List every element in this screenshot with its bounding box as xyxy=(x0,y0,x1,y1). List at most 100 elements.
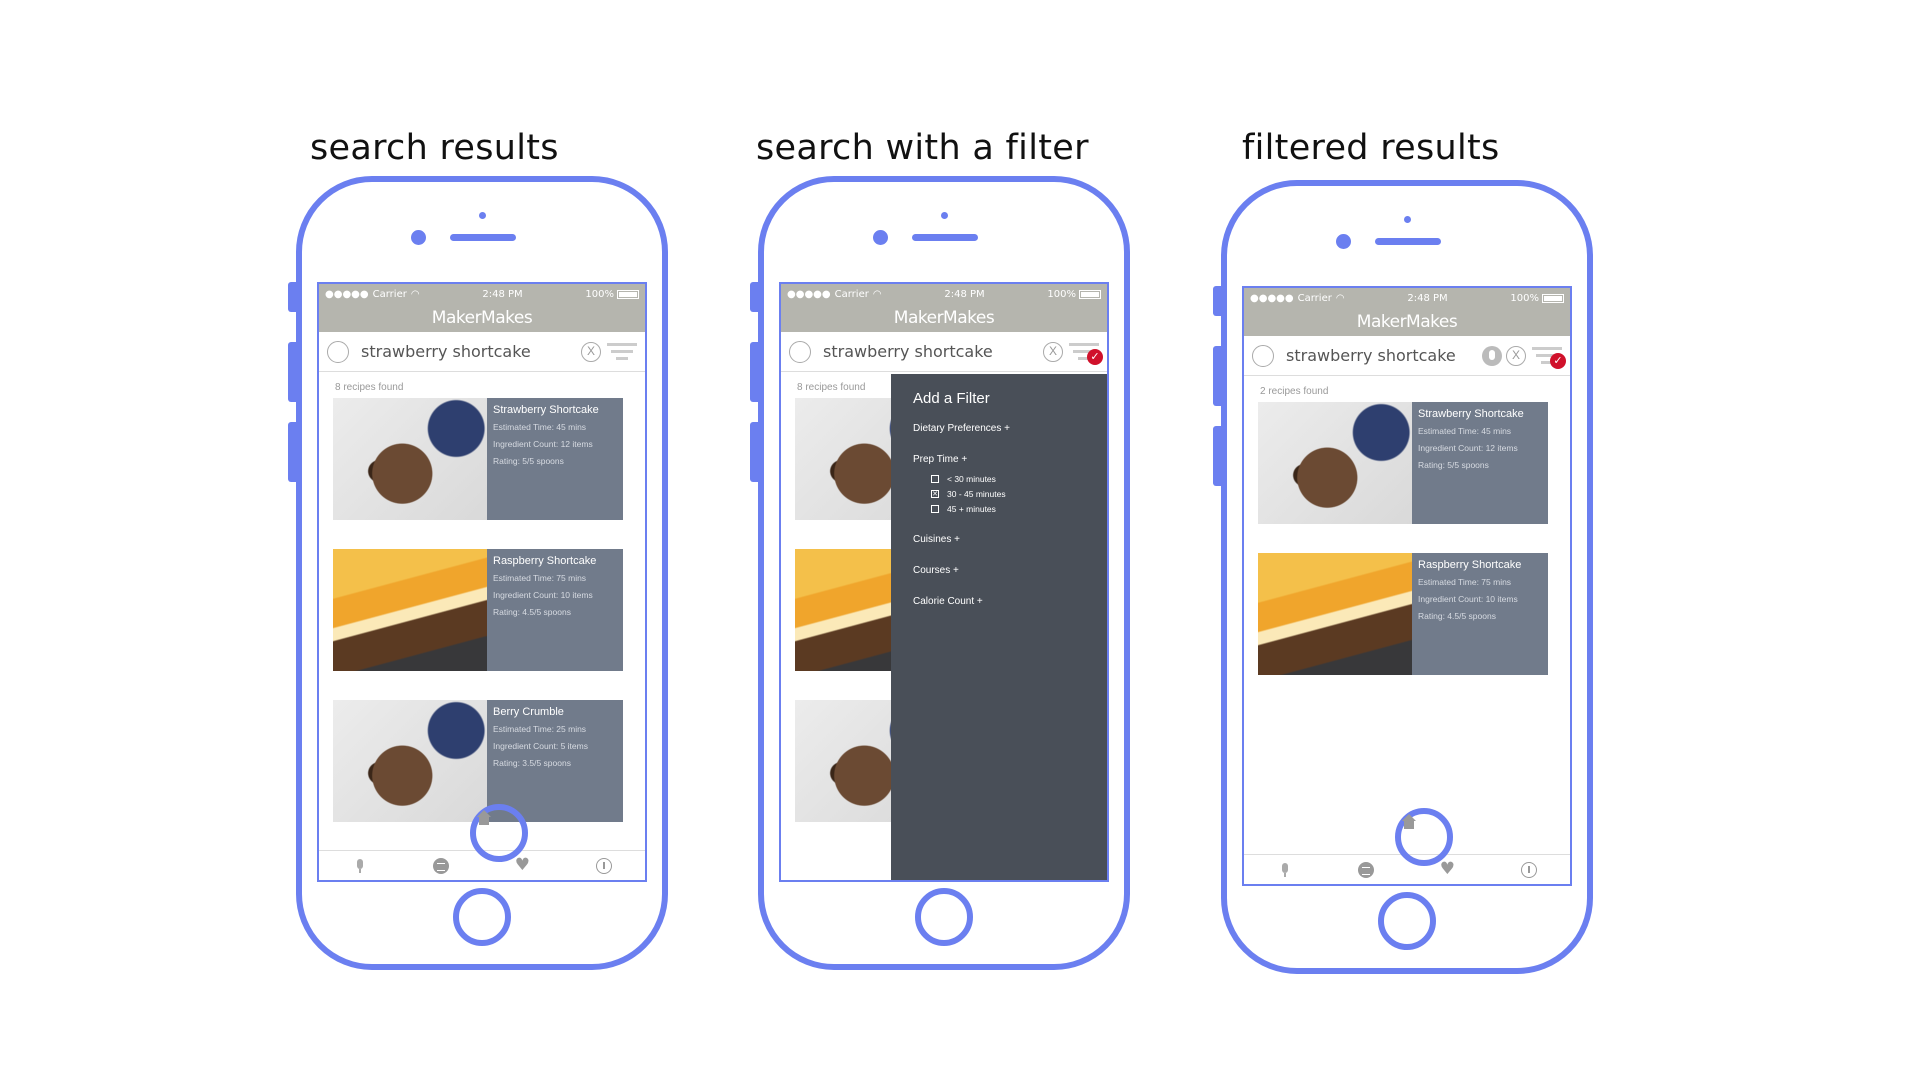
volume-button xyxy=(288,282,298,312)
recipe-name: Strawberry Shortcake xyxy=(1418,408,1524,420)
info-icon[interactable] xyxy=(1521,861,1538,878)
recipe-time: Estimated Time: 25 mins xyxy=(493,724,587,734)
recipe-name: Raspberry Shortcake xyxy=(1418,559,1522,571)
volume-up-button xyxy=(750,342,760,402)
prep-option[interactable]: ✕ 30 - 45 minutes xyxy=(931,486,1107,501)
mic-icon[interactable] xyxy=(1482,345,1502,366)
battery-icon xyxy=(1542,293,1564,303)
filter-calorie-count[interactable]: Calorie Count + xyxy=(913,596,1107,607)
status-bar: ●●●●● Carrier ◠ 2:48 PM 100% xyxy=(781,284,1107,304)
heart-icon[interactable] xyxy=(1440,859,1456,879)
status-time: 2:48 PM xyxy=(482,288,523,300)
panel-title-search-results: search results xyxy=(310,128,559,168)
volume-up-button xyxy=(288,342,298,402)
results-count: 2 recipes found xyxy=(1260,386,1329,397)
recipe-card[interactable]: Strawberry Shortcake Estimated Time: 45 … xyxy=(333,398,623,520)
search-icon[interactable] xyxy=(327,340,349,363)
wifi-icon: ◠ xyxy=(872,288,882,300)
volume-up-button xyxy=(1213,346,1223,406)
recipe-card[interactable]: Raspberry Shortcake Estimated Time: 75 m… xyxy=(333,549,623,671)
recipe-name: Berry Crumble xyxy=(493,706,564,718)
sensor-dot xyxy=(479,212,486,219)
volume-button xyxy=(750,282,760,312)
screen: ●●●●● Carrier ◠ 2:48 PM 100% MakerMakes st… xyxy=(317,282,647,882)
filter-icon[interactable] xyxy=(607,341,637,363)
home-button[interactable] xyxy=(453,888,511,946)
home-icon[interactable] xyxy=(1395,808,1453,866)
volume-down-button xyxy=(1213,426,1223,486)
recipe-ingredients: Ingredient Count: 12 items xyxy=(493,439,593,449)
prep-option-label: < 30 minutes xyxy=(947,473,996,484)
status-bar: ●●●●● Carrier ◠ 2:48 PM 100% xyxy=(1244,288,1570,308)
filter-dietary[interactable]: Dietary Preferences + xyxy=(913,423,1107,434)
signal-dots: ●●●●● xyxy=(325,288,369,300)
recipe-time: Estimated Time: 45 mins xyxy=(1418,426,1512,436)
recipe-photo xyxy=(1258,553,1412,675)
app-title: MakerMakes xyxy=(781,304,1107,332)
recipe-name: Raspberry Shortcake xyxy=(493,555,597,567)
search-input[interactable]: strawberry shortcake xyxy=(823,342,1039,361)
home-button[interactable] xyxy=(1378,892,1436,950)
prep-option[interactable]: < 30 minutes xyxy=(931,471,1107,486)
phone-frame-search-with-filter: ●●●●● Carrier ◠ 2:48 PM 100% MakerMakes st… xyxy=(750,176,1130,970)
filter-icon[interactable]: ✓ xyxy=(1069,341,1103,365)
list-icon[interactable] xyxy=(1358,861,1375,878)
front-camera xyxy=(411,230,426,245)
clear-icon[interactable]: X xyxy=(581,341,601,362)
recipe-time: Estimated Time: 45 mins xyxy=(493,422,587,432)
panel-title-search-with-filter: search with a filter xyxy=(756,128,1089,168)
recipe-card[interactable]: Raspberry Shortcake Estimated Time: 75 m… xyxy=(1258,553,1548,675)
search-bar: strawberry shortcake X ✓ xyxy=(1244,336,1570,376)
checkbox[interactable] xyxy=(931,474,939,483)
list-icon[interactable] xyxy=(433,857,450,874)
recipe-time: Estimated Time: 75 mins xyxy=(1418,577,1512,587)
home-icon[interactable] xyxy=(470,804,528,862)
app-title: MakerMakes xyxy=(319,304,645,332)
recipe-rating: Rating: 5/5 spoons xyxy=(493,456,564,466)
status-time: 2:48 PM xyxy=(1407,292,1448,304)
recipe-ingredients: Ingredient Count: 10 items xyxy=(493,590,593,600)
battery-percent: 100% xyxy=(1047,288,1076,300)
earpiece-speaker xyxy=(1375,238,1441,245)
filter-icon[interactable]: ✓ xyxy=(1532,345,1566,369)
search-input[interactable]: strawberry shortcake xyxy=(1286,346,1478,365)
recipe-photo xyxy=(333,549,487,671)
search-icon[interactable] xyxy=(1252,344,1274,367)
status-time: 2:48 PM xyxy=(944,288,985,300)
phone-frame-search-results: ●●●●● Carrier ◠ 2:48 PM 100% MakerMakes st… xyxy=(288,176,668,970)
screen: ●●●●● Carrier ◠ 2:48 PM 100% MakerMakes st… xyxy=(779,282,1109,882)
battery-percent: 100% xyxy=(585,288,614,300)
filter-cuisines[interactable]: Cuisines + xyxy=(913,534,1107,545)
carrier-label: Carrier xyxy=(834,288,869,300)
filter-panel: Add a Filter Dietary Preferences + Prep … xyxy=(891,374,1107,880)
home-button[interactable] xyxy=(915,888,973,946)
recipe-rating: Rating: 3.5/5 spoons xyxy=(493,758,571,768)
recipe-card[interactable]: Strawberry Shortcake Estimated Time: 45 … xyxy=(1258,402,1548,524)
volume-down-button xyxy=(288,422,298,482)
search-input[interactable]: strawberry shortcake xyxy=(361,342,577,361)
recipe-rating: Rating: 4.5/5 spoons xyxy=(1418,611,1496,621)
recipe-time: Estimated Time: 75 mins xyxy=(493,573,587,583)
checkmark-icon: ✓ xyxy=(1087,348,1103,365)
checkbox[interactable] xyxy=(931,504,939,513)
tab-bar xyxy=(1244,808,1570,884)
status-bar: ●●●●● Carrier ◠ 2:48 PM 100% xyxy=(319,284,645,304)
filter-prep-time[interactable]: Prep Time + xyxy=(913,454,1107,465)
prep-option[interactable]: 45 + minutes xyxy=(931,501,1107,516)
search-icon[interactable] xyxy=(789,340,811,363)
filter-courses[interactable]: Courses + xyxy=(913,565,1107,576)
carrier-label: Carrier xyxy=(372,288,407,300)
recipe-card[interactable]: Berry Crumble Estimated Time: 25 mins In… xyxy=(333,700,623,822)
prep-option-label: 45 + minutes xyxy=(947,503,996,514)
heart-icon[interactable] xyxy=(515,855,531,875)
recipe-rating: Rating: 4.5/5 spoons xyxy=(493,607,571,617)
clear-icon[interactable]: X xyxy=(1506,345,1526,366)
mic-icon[interactable] xyxy=(1277,862,1293,878)
earpiece-speaker xyxy=(912,234,978,241)
app-title: MakerMakes xyxy=(1244,308,1570,336)
volume-button xyxy=(1213,286,1223,316)
checkbox-checked[interactable]: ✕ xyxy=(931,489,939,498)
mic-icon[interactable] xyxy=(352,858,368,874)
clear-icon[interactable]: X xyxy=(1043,341,1063,362)
info-icon[interactable] xyxy=(596,857,613,874)
